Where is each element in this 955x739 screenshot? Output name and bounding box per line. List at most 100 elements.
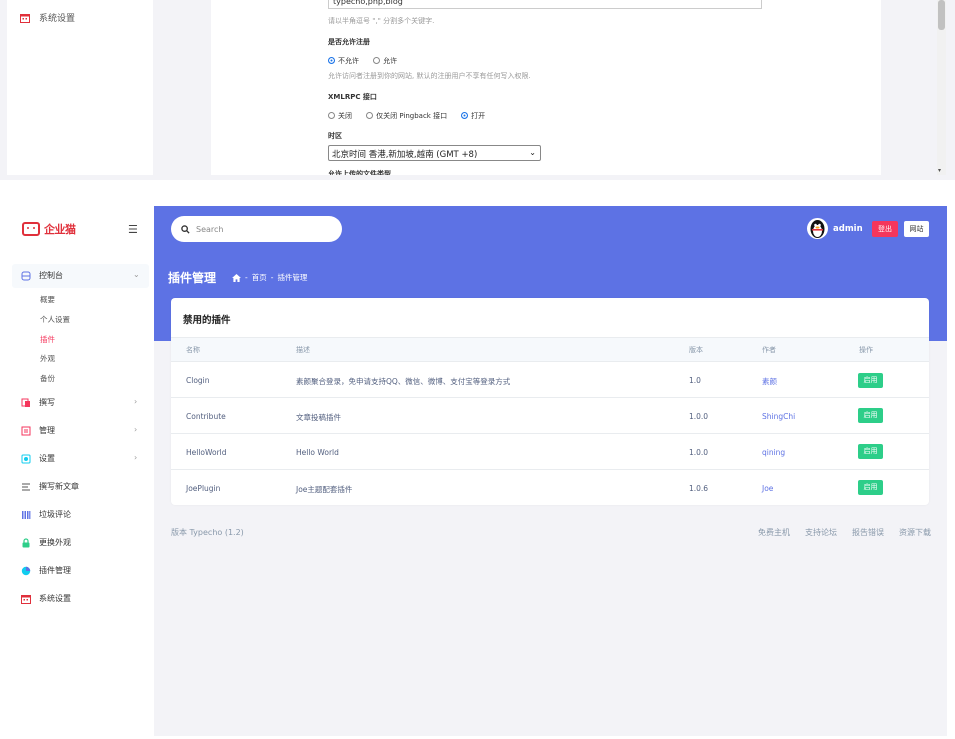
lines-icon [22, 483, 30, 490]
breadcrumb-separator: - [270, 273, 274, 282]
timezone-label: 时区 [328, 132, 342, 140]
calendar-icon [21, 594, 31, 604]
top-sidebar [7, 0, 153, 175]
table-cell-author-link[interactable]: Joe [762, 484, 773, 493]
xmlrpc-radio-on[interactable] [461, 112, 469, 119]
sidebar-item-theme[interactable]: 更换外观 [21, 537, 71, 548]
chevron-right-icon[interactable]: › [134, 397, 137, 406]
column-header-author: 作者 [762, 346, 776, 354]
xmlrpc-radio-no-pingback[interactable] [366, 112, 374, 119]
table-cell-description: 文章投稿插件 [296, 413, 341, 422]
pie-icon [21, 566, 31, 575]
disabled-plugins-card [171, 298, 929, 505]
table-cell-description: Hello World [296, 448, 339, 457]
enable-button[interactable]: 启用 [858, 444, 883, 459]
sidebar-subitem-appearance[interactable]: 外观 [40, 353, 55, 364]
logo-text: 企业猫 [44, 223, 76, 236]
sidebar-subitem-backup[interactable]: 备份 [40, 373, 55, 384]
footer-link-report[interactable]: 报告错误 [852, 527, 884, 538]
table-cell-version: 1.0.0 [689, 412, 709, 421]
search-placeholder: Search [196, 224, 224, 234]
xmlrpc-radio-group: 关闭 仅关闭 Pingback 接口 打开 [328, 105, 494, 124]
breadcrumb-home[interactable]: 首页 [252, 272, 267, 283]
top-scrollbar-thumb[interactable] [938, 0, 945, 30]
column-header-version: 版本 [689, 346, 703, 354]
sidebar-item-system[interactable]: 系统设置 [21, 593, 71, 604]
logo[interactable]: 企业猫 [22, 221, 76, 237]
sidebar-item-label: 撰写新文章 [39, 482, 79, 491]
table-cell-description: Joe主题配套插件 [296, 485, 353, 494]
user-name[interactable]: admin [833, 224, 863, 234]
sidebar-item-settings[interactable]: 设置 [21, 453, 55, 464]
row-divider [171, 433, 929, 434]
footer-link-download[interactable]: 资源下载 [899, 527, 931, 538]
menu-toggle-icon[interactable]: ☰ [128, 223, 138, 236]
xmlrpc-radio-off[interactable] [328, 112, 335, 119]
register-radio-group: 不允许 允许 [328, 50, 406, 69]
sidebar-item-new-post[interactable]: 撰写新文章 [21, 481, 79, 492]
table-cell-name: HelloWorld [186, 448, 227, 457]
register-radio-allow[interactable] [373, 57, 381, 64]
sidebar-item-dashboard[interactable]: 控制台 [21, 270, 63, 281]
table-cell-name: JoePlugin [186, 484, 221, 493]
table-cell-description: 素颜聚合登录，免申请支持QQ、微信、微博、支付宝等登录方式 [296, 377, 511, 386]
sidebar-subitem-overview[interactable]: 概要 [40, 294, 55, 305]
library-icon [22, 510, 31, 519]
breadcrumb-separator: - [245, 273, 248, 282]
register-option-deny: 不允许 [338, 56, 359, 65]
table-cell-version: 1.0.0 [689, 448, 709, 457]
keywords-hint: 请以半角逗号 "," 分割多个关键字. [328, 17, 435, 25]
page-title: 插件管理 [168, 271, 217, 285]
table-cell-author-link[interactable]: qining [762, 448, 785, 457]
sidebar-item-label: 插件管理 [39, 566, 71, 575]
register-option-allow: 允许 [383, 56, 398, 65]
top-sidebar-item-system[interactable]: 系统设置 [20, 11, 75, 24]
column-header-description: 描述 [296, 346, 310, 354]
sidebar-item-label: 撰写 [39, 398, 55, 407]
chevron-right-icon[interactable]: › [134, 453, 137, 462]
home-icon[interactable] [232, 273, 241, 282]
footer-link-forum[interactable]: 支持论坛 [805, 527, 837, 538]
sidebar-item-manage[interactable]: 管理 [21, 425, 55, 436]
register-label: 是否允许注册 [328, 38, 370, 46]
sidebar-item-plugins[interactable]: 插件管理 [21, 565, 71, 576]
cat-logo-icon [22, 222, 40, 236]
table-header [171, 337, 929, 362]
calendar-icon [20, 13, 30, 23]
avatar[interactable] [807, 218, 828, 239]
timezone-select[interactable]: 北京时间 香港,新加坡,越南 (GMT +8) ⌄ [328, 145, 541, 161]
sidebar-subitem-profile[interactable]: 个人设置 [40, 314, 70, 325]
xmlrpc-option-on: 打开 [471, 111, 486, 120]
table-cell-name: Contribute [186, 412, 226, 421]
chevron-right-icon[interactable]: › [134, 425, 137, 434]
table-cell-author-link[interactable]: 素颜 [762, 376, 777, 387]
enable-button[interactable]: 启用 [858, 480, 883, 495]
sidebar-item-spam[interactable]: 垃圾评论 [21, 509, 71, 520]
xmlrpc-option-off: 关闭 [338, 111, 352, 120]
sidebar-item-write[interactable]: 撰写 [21, 397, 55, 408]
enable-button[interactable]: 启用 [858, 373, 883, 388]
top-sidebar-item-label: 系统设置 [39, 14, 76, 24]
register-hint: 允许访问者注册到你的网站, 默认的注册用户不享有任何写入权限. [328, 72, 531, 80]
search-input[interactable]: Search [171, 216, 342, 242]
sidebar-item-label: 管理 [39, 426, 55, 435]
column-header-name: 名称 [186, 346, 200, 354]
row-divider [171, 469, 929, 470]
enable-button[interactable]: 启用 [858, 408, 883, 423]
chevron-down-icon[interactable]: ⌄ [133, 270, 140, 279]
sidebar-item-label: 控制台 [39, 271, 63, 280]
footer-link-hosting[interactable]: 免费主机 [758, 527, 790, 538]
scroll-down-icon[interactable]: ▾ [938, 167, 941, 174]
sidebar-subitem-plugins[interactable]: 插件 [40, 334, 55, 345]
dashboard-icon [21, 271, 31, 280]
logout-button[interactable]: 登出 [872, 221, 898, 237]
table-cell-author-link[interactable]: ShingChi [762, 412, 795, 421]
register-radio-deny[interactable] [328, 57, 335, 64]
keywords-input[interactable]: typecho,php,blog [328, 0, 762, 9]
version-text: 版本 Typecho (1.2) [171, 528, 244, 537]
site-button[interactable]: 网站 [904, 221, 929, 237]
upload-types-label: 允许上传的文件类型 [328, 170, 391, 175]
table-cell-version: 1.0 [689, 376, 701, 385]
lock-icon [22, 537, 30, 547]
sidebar-item-label: 设置 [39, 454, 55, 463]
